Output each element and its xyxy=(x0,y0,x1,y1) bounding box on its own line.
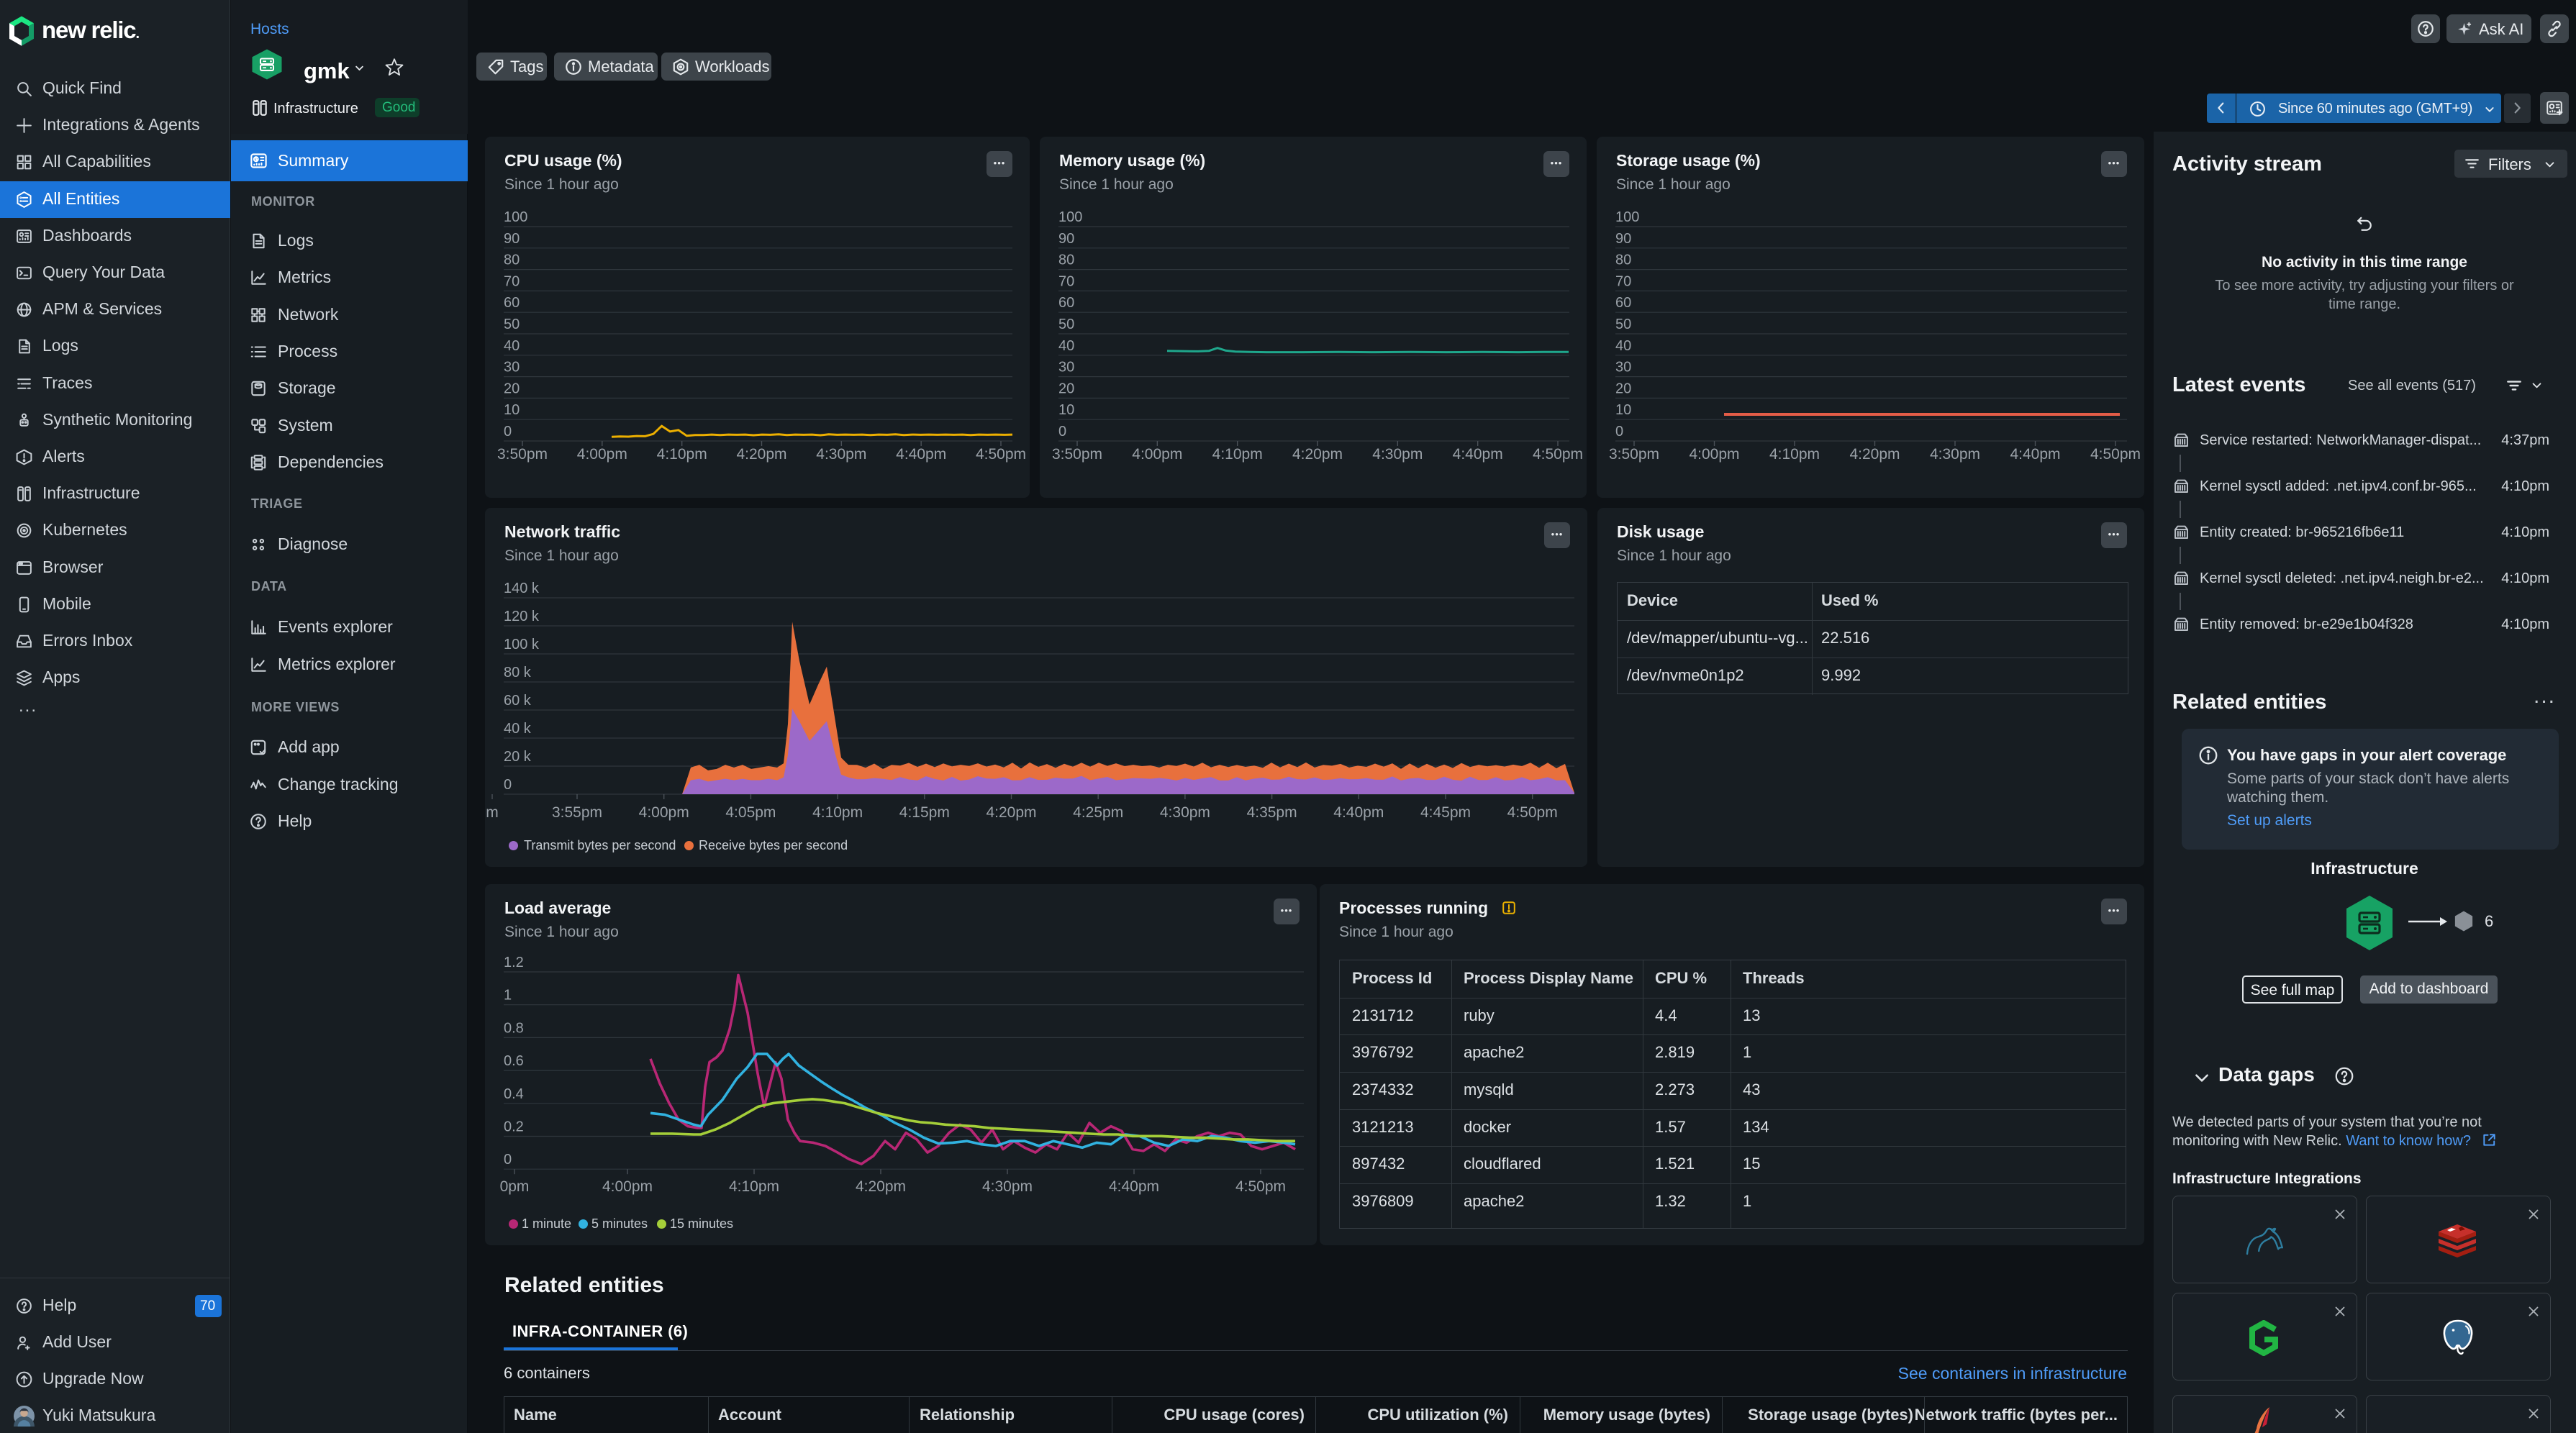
svg-text:90: 90 xyxy=(504,231,520,247)
svg-text:30: 30 xyxy=(1615,360,1631,376)
svg-text:4:30pm: 4:30pm xyxy=(1372,446,1423,463)
svg-text:40: 40 xyxy=(1058,338,1074,354)
svg-text:4:15pm: 4:15pm xyxy=(899,804,950,821)
svg-text:4:40pm: 4:40pm xyxy=(1109,1178,1159,1195)
svg-text:4:30pm: 4:30pm xyxy=(1930,446,1980,463)
svg-text:20: 20 xyxy=(1058,381,1074,396)
svg-text:90: 90 xyxy=(1058,231,1074,247)
svg-text:0.8: 0.8 xyxy=(504,1020,524,1036)
svg-text:30: 30 xyxy=(504,360,520,376)
svg-text:4:10pm: 4:10pm xyxy=(812,804,863,821)
svg-text:0: 0 xyxy=(504,424,512,440)
svg-text:70: 70 xyxy=(1615,273,1631,289)
svg-text:4:20pm: 4:20pm xyxy=(856,1178,906,1195)
svg-text:4:25pm: 4:25pm xyxy=(1073,804,1123,821)
svg-text:4:50pm: 4:50pm xyxy=(1235,1178,1286,1195)
svg-text:4:20pm: 4:20pm xyxy=(736,446,786,463)
svg-text:60: 60 xyxy=(1058,295,1074,311)
svg-text:80 k: 80 k xyxy=(504,665,532,681)
svg-text:3:50pm: 3:50pm xyxy=(1609,446,1659,463)
svg-text:40: 40 xyxy=(1615,338,1631,354)
svg-text:100 k: 100 k xyxy=(504,637,540,652)
svg-text:70: 70 xyxy=(1058,273,1074,289)
svg-text:4:20pm: 4:20pm xyxy=(986,804,1036,821)
svg-text:4:40pm: 4:40pm xyxy=(1333,804,1384,821)
svg-text:4:50pm: 4:50pm xyxy=(2090,446,2141,463)
svg-text:4:40pm: 4:40pm xyxy=(2010,446,2060,463)
svg-text:4:50pm: 4:50pm xyxy=(1533,446,1583,463)
svg-text:4:00pm: 4:00pm xyxy=(639,804,689,821)
svg-text:50: 50 xyxy=(1615,317,1631,332)
svg-text:4:00pm: 4:00pm xyxy=(1132,446,1182,463)
svg-text:0.2: 0.2 xyxy=(504,1119,524,1135)
svg-text:4:40pm: 4:40pm xyxy=(1453,446,1503,463)
svg-text:4:30pm: 4:30pm xyxy=(816,446,866,463)
svg-text:4:05pm: 4:05pm xyxy=(725,804,776,821)
svg-text:20 k: 20 k xyxy=(504,749,532,765)
svg-text:0: 0 xyxy=(1615,424,1623,440)
svg-text:4:50pm: 4:50pm xyxy=(1507,804,1558,821)
svg-text:1.2: 1.2 xyxy=(504,955,524,970)
svg-text:4:45pm: 4:45pm xyxy=(1420,804,1471,821)
svg-text:60: 60 xyxy=(1615,295,1631,311)
svg-text:3:50pm: 3:50pm xyxy=(497,446,548,463)
svg-text:1: 1 xyxy=(504,988,512,1004)
svg-text:40: 40 xyxy=(504,338,520,354)
svg-text:3:50pm: 3:50pm xyxy=(1052,446,1102,463)
svg-text:10: 10 xyxy=(504,402,520,418)
svg-text:10: 10 xyxy=(1058,402,1074,418)
svg-text:70: 70 xyxy=(504,273,520,289)
svg-text:4:00pm: 4:00pm xyxy=(602,1178,653,1195)
svg-text:4:50pm: 4:50pm xyxy=(976,446,1026,463)
svg-text:4:10pm: 4:10pm xyxy=(1212,446,1263,463)
svg-text:4:20pm: 4:20pm xyxy=(1849,446,1900,463)
svg-text:50: 50 xyxy=(1058,317,1074,332)
svg-text:100: 100 xyxy=(504,209,527,225)
svg-text:140 k: 140 k xyxy=(504,581,540,596)
svg-text:4:00pm: 4:00pm xyxy=(1689,446,1739,463)
svg-text:20: 20 xyxy=(504,381,520,396)
svg-text:80: 80 xyxy=(1058,253,1074,268)
svg-text:0.4: 0.4 xyxy=(504,1086,524,1102)
svg-text:4:20pm: 4:20pm xyxy=(1292,446,1343,463)
svg-text:4:30pm: 4:30pm xyxy=(1160,804,1210,821)
svg-text:4:10pm: 4:10pm xyxy=(1769,446,1820,463)
svg-text:0: 0 xyxy=(1058,424,1066,440)
svg-text:0: 0 xyxy=(504,1152,512,1168)
svg-text:m: m xyxy=(486,804,499,821)
svg-text:40 k: 40 k xyxy=(504,721,532,737)
svg-text:100: 100 xyxy=(1058,209,1082,225)
svg-text:20: 20 xyxy=(1615,381,1631,396)
svg-text:4:40pm: 4:40pm xyxy=(896,446,946,463)
svg-text:50: 50 xyxy=(504,317,520,332)
svg-text:10: 10 xyxy=(1615,402,1631,418)
svg-text:120 k: 120 k xyxy=(504,609,540,624)
svg-text:60 k: 60 k xyxy=(504,693,532,709)
svg-text:4:10pm: 4:10pm xyxy=(729,1178,779,1195)
svg-text:0: 0 xyxy=(504,777,512,793)
svg-text:90: 90 xyxy=(1615,231,1631,247)
svg-text:100: 100 xyxy=(1615,209,1639,225)
svg-text:80: 80 xyxy=(1615,253,1631,268)
svg-text:0pm: 0pm xyxy=(500,1178,530,1195)
svg-text:3:55pm: 3:55pm xyxy=(552,804,602,821)
svg-text:4:00pm: 4:00pm xyxy=(577,446,627,463)
svg-text:0.6: 0.6 xyxy=(504,1053,524,1069)
svg-text:60: 60 xyxy=(504,295,520,311)
svg-text:80: 80 xyxy=(504,253,520,268)
svg-text:4:10pm: 4:10pm xyxy=(657,446,707,463)
svg-text:30: 30 xyxy=(1058,360,1074,376)
svg-text:4:30pm: 4:30pm xyxy=(982,1178,1033,1195)
svg-text:4:35pm: 4:35pm xyxy=(1247,804,1297,821)
